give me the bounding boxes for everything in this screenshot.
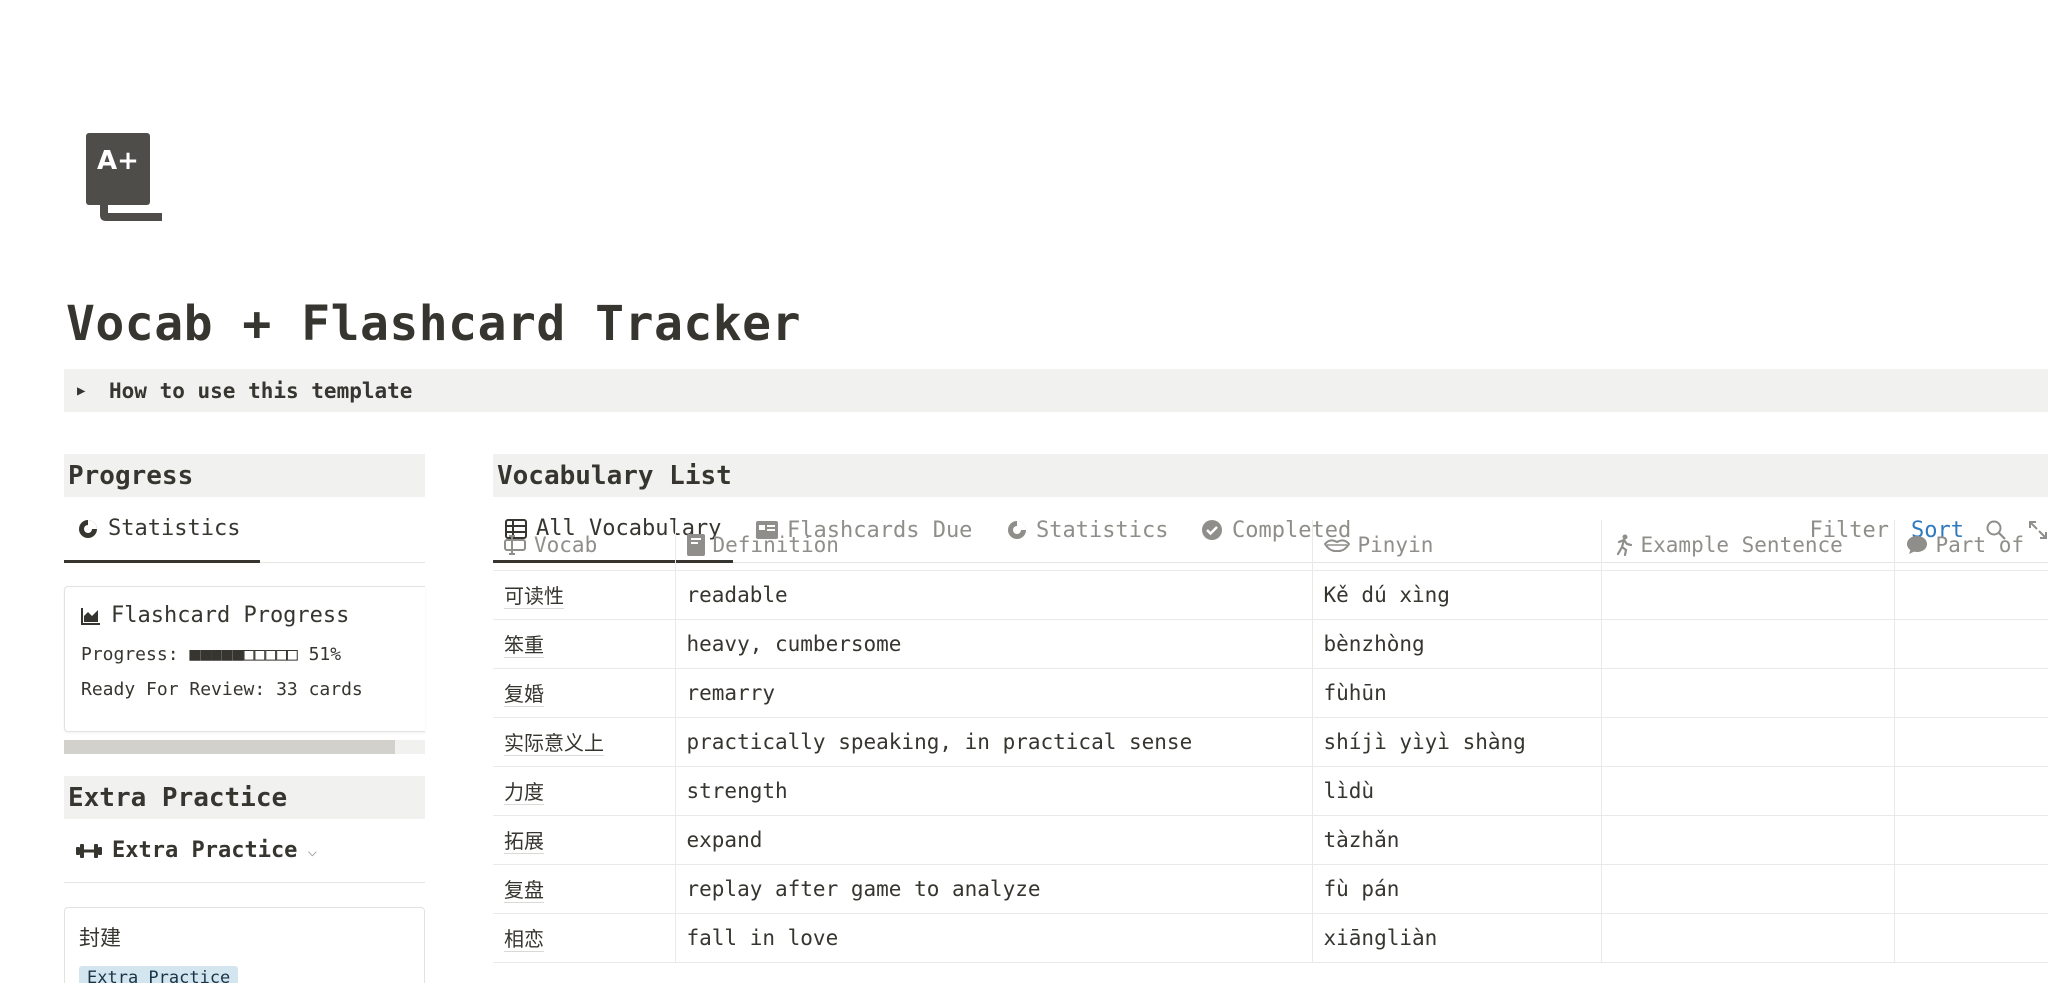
pie-chart-icon xyxy=(78,519,98,539)
vocab-cell[interactable]: 笨重 xyxy=(493,619,676,669)
column-label: Example Sentence xyxy=(1640,532,1843,557)
pinyin-cell[interactable]: xiāngliàn xyxy=(1312,913,1602,963)
table-row[interactable]: 复盘 replay after game to analyze fù pán xyxy=(493,864,2048,914)
pinyin-cell[interactable]: tàzhǎn xyxy=(1312,815,1602,865)
part-of-cell[interactable] xyxy=(1894,570,2048,620)
part-of-cell[interactable] xyxy=(1894,766,2048,816)
vocab-cell[interactable]: 相恋 xyxy=(493,913,676,963)
tab-statistics[interactable]: Statistics xyxy=(64,497,260,563)
table-row[interactable]: 实际意义上 practically speaking, in practical… xyxy=(493,717,2048,767)
example-cell[interactable] xyxy=(1601,864,1895,914)
page-title: Vocab + Flashcard Tracker xyxy=(66,296,801,352)
extra-tab-label: Extra Practice xyxy=(112,838,298,863)
table-row[interactable]: 力度 strength lìdù xyxy=(493,766,2048,816)
speech-bubble-icon xyxy=(1906,535,1928,555)
pinyin-cell[interactable]: shíjì yìyì shàng xyxy=(1312,717,1602,767)
column-label: Vocab xyxy=(534,532,598,557)
progress-view-tabs: Statistics xyxy=(64,497,425,563)
pinyin-cell[interactable]: fù pán xyxy=(1312,864,1602,914)
definition-cell[interactable]: strength xyxy=(675,766,1313,816)
example-cell[interactable] xyxy=(1601,619,1895,669)
column-label: Definition xyxy=(712,532,839,557)
tab-label: Statistics xyxy=(108,516,241,541)
table-row[interactable]: 可读性 readable Kě dú xìng xyxy=(493,570,2048,620)
extra-practice-tag: Extra Practice xyxy=(79,966,239,983)
vocabulary-header: Vocabulary List xyxy=(493,454,2048,497)
pinyin-cell[interactable]: fùhūn xyxy=(1312,668,1602,718)
vocab-cell[interactable]: 复盘 xyxy=(493,864,676,914)
vocab-cell[interactable]: 复婚 xyxy=(493,668,676,718)
chevron-down-icon[interactable]: ⌵ xyxy=(307,841,317,860)
flashcard-progress-card[interactable]: Flashcard Progress Progress: ■■■■■□□□□□ … xyxy=(64,586,425,732)
definition-cell[interactable]: replay after game to analyze xyxy=(675,864,1313,914)
triangle-right-icon[interactable]: ▶ xyxy=(77,383,91,399)
part-of-cell[interactable] xyxy=(1894,619,2048,669)
table-row[interactable]: 笨重 heavy, cumbersome bènzhòng xyxy=(493,619,2048,669)
vocab-cell[interactable]: 力度 xyxy=(493,766,676,816)
part-of-cell[interactable] xyxy=(1894,668,2048,718)
column-header-definition[interactable]: Definition xyxy=(675,520,1313,571)
definition-cell[interactable]: heavy, cumbersome xyxy=(675,619,1313,669)
column-header-pinyin[interactable]: Pinyin xyxy=(1312,520,1602,571)
table-row[interactable]: 拓展 expand tàzhǎn xyxy=(493,815,2048,865)
notion-page: A+ Vocab + Flashcard Tracker ▶ How to us… xyxy=(0,0,2048,983)
vocab-cell[interactable]: 实际意义上 xyxy=(493,717,676,767)
dumbbell-icon xyxy=(76,843,102,859)
column-header-example-sentence[interactable]: Example Sentence xyxy=(1601,520,1895,571)
vocabulary-table: Vocab Definition Pinyin Example Sentence… xyxy=(493,520,2048,963)
svg-text:A+: A+ xyxy=(97,146,139,176)
example-cell[interactable] xyxy=(1601,766,1895,816)
area-chart-icon xyxy=(81,607,101,625)
table-scroll-area[interactable]: Vocab Definition Pinyin Example Sentence… xyxy=(493,520,2048,983)
pinyin-cell[interactable]: lìdù xyxy=(1312,766,1602,816)
extra-practice-header: Extra Practice xyxy=(64,776,425,819)
column-header-part-of[interactable]: Part of xyxy=(1894,520,2048,571)
part-of-cell[interactable] xyxy=(1894,864,2048,914)
progress-text: Progress: ■■■■■□□□□□ 51% xyxy=(81,644,342,665)
a-plus-document-icon[interactable]: A+ xyxy=(86,133,168,223)
vocab-cell[interactable]: 拓展 xyxy=(493,815,676,865)
pinyin-cell[interactable]: Kě dú xìng xyxy=(1312,570,1602,620)
column-label: Part of xyxy=(1935,532,2025,557)
lips-icon xyxy=(1323,538,1350,552)
part-of-cell[interactable] xyxy=(1894,913,2048,963)
extra-practice-view-tab[interactable]: Extra Practice ⌵ xyxy=(64,819,425,883)
scrollbar-thumb[interactable] xyxy=(64,740,395,754)
definition-cell[interactable]: readable xyxy=(675,570,1313,620)
card-title: Flashcard Progress xyxy=(111,603,350,628)
definition-cell[interactable]: remarry xyxy=(675,668,1313,718)
example-cell[interactable] xyxy=(1601,815,1895,865)
left-column: Progress Statistics Flashcard Progress P… xyxy=(64,454,425,983)
table-header-row: Vocab Definition Pinyin Example Sentence… xyxy=(493,520,2048,571)
column-header-vocab[interactable]: Vocab xyxy=(493,520,676,571)
horizontal-scrollbar[interactable] xyxy=(64,740,425,754)
extra-practice-card[interactable]: 封建 Extra Practice xyxy=(64,907,425,983)
progress-header: Progress xyxy=(64,454,425,497)
definition-cell[interactable]: expand xyxy=(675,815,1313,865)
example-cell[interactable] xyxy=(1601,717,1895,767)
vocabulary-database: Vocabulary List All Vocabulary Flashcard… xyxy=(493,454,2048,963)
column-label: Pinyin xyxy=(1357,532,1434,557)
example-cell[interactable] xyxy=(1601,913,1895,963)
definition-cell[interactable]: practically speaking, in practical sense xyxy=(675,717,1313,767)
vocab-cell[interactable]: 可读性 xyxy=(493,570,676,620)
part-of-cell[interactable] xyxy=(1894,717,2048,767)
toggle-label: How to use this template xyxy=(109,378,413,403)
how-to-toggle[interactable]: ▶ How to use this template xyxy=(64,369,2048,412)
definition-cell[interactable]: fall in love xyxy=(675,913,1313,963)
ready-for-review-text: Ready For Review: 33 cards xyxy=(81,679,363,700)
text-cursor-icon xyxy=(504,534,526,555)
example-cell[interactable] xyxy=(1601,570,1895,620)
book-icon xyxy=(686,533,705,556)
running-person-icon xyxy=(1613,534,1633,556)
example-cell[interactable] xyxy=(1601,668,1895,718)
table-row[interactable]: 复婚 remarry fùhūn xyxy=(493,668,2048,718)
card-title: 封建 xyxy=(79,926,121,950)
pinyin-cell[interactable]: bènzhòng xyxy=(1312,619,1602,669)
part-of-cell[interactable] xyxy=(1894,815,2048,865)
table-row[interactable]: 相恋 fall in love xiāngliàn xyxy=(493,913,2048,963)
